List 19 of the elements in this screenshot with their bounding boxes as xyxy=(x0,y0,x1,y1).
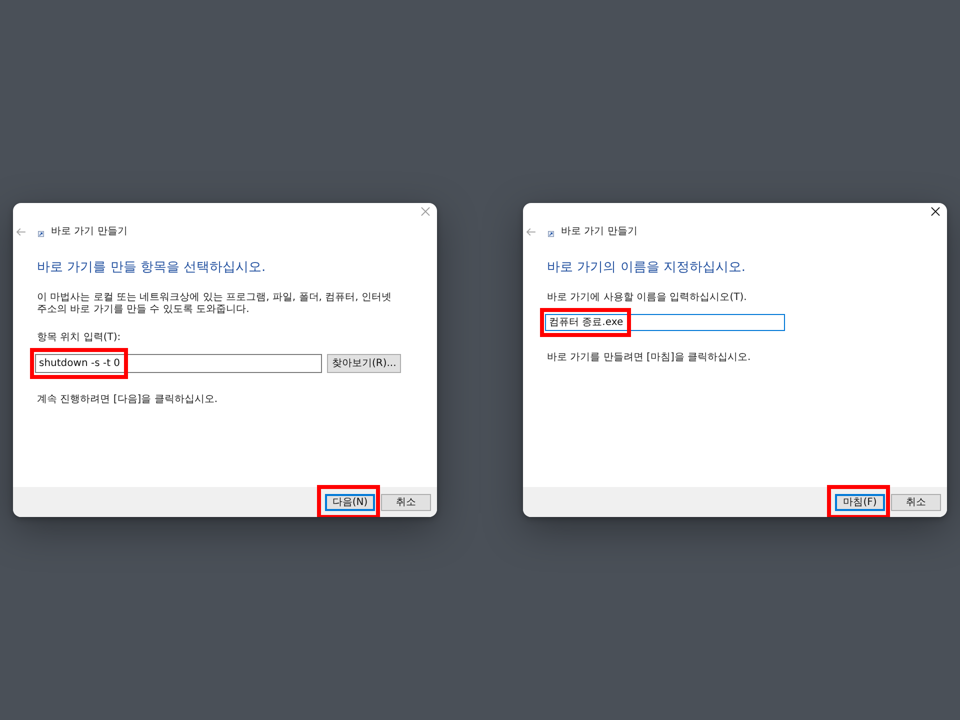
instruction-text: 계속 진행하려면 [다음]을 클릭하십시오. xyxy=(37,394,219,406)
input-field[interactable]: shutdown -s -t 0 xyxy=(35,354,322,373)
shortcut-icon xyxy=(38,230,44,236)
instruction-text: 바로 가기를 만들려면 [마침]을 클릭하십시오. xyxy=(547,352,752,364)
page-heading: 바로 가기를 만들 항목을 선택하십시오. xyxy=(37,260,267,276)
field-label: 바로 가기에 사용할 이름을 입력하십시오(T). xyxy=(547,292,748,304)
window-title: 바로 가기 만들기 xyxy=(51,225,128,239)
window-title: 바로 가기 만들기 xyxy=(561,225,638,239)
shortcut-icon xyxy=(548,230,554,236)
dialog-button[interactable]: 취소 xyxy=(381,494,431,510)
close-icon[interactable] xyxy=(931,207,940,216)
dialog-button[interactable]: 취소 xyxy=(891,494,941,510)
browse-button[interactable]: 찾아보기(R)... xyxy=(327,354,402,373)
page-heading: 바로 가기의 이름을 지정하십시오. xyxy=(547,260,747,276)
field-label: 항목 위치 입력(T): xyxy=(37,332,122,344)
description-text: 이 마법사는 로컬 또는 네트워크상에 있는 프로그램, 파일, 폴더, 컴퓨터, 인터넷 주소의 바로 가기를 만들 수 있도록 도와줍니다. xyxy=(37,292,393,316)
input-field[interactable]: 컴퓨터 종료.exe xyxy=(545,314,785,331)
dialog-button[interactable]: 마침(F) xyxy=(835,494,885,510)
dialog-button[interactable]: 다음(N) xyxy=(325,494,375,510)
